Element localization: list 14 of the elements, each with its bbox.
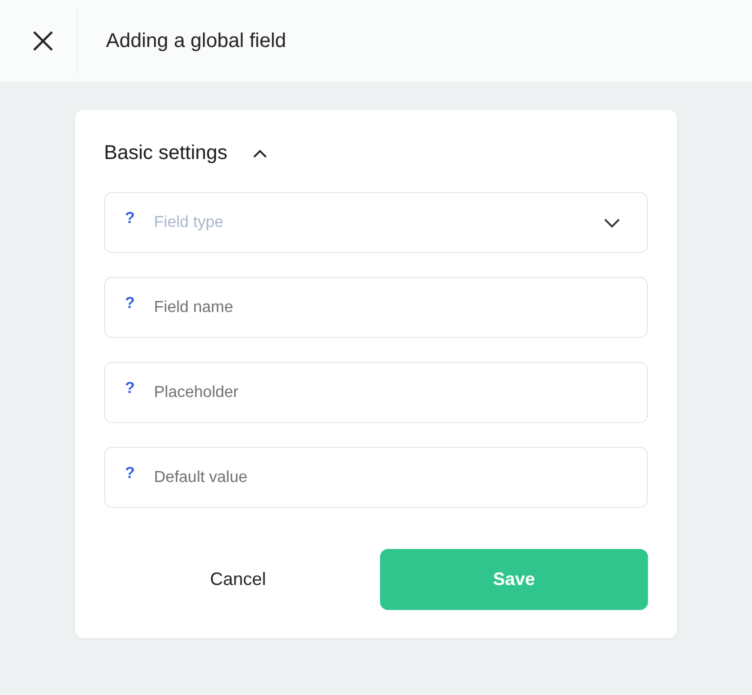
input-field[interactable]: ? Field name: [104, 277, 648, 338]
help-icon[interactable]: ?: [125, 210, 154, 228]
dropdown-field[interactable]: ? Field type: [104, 192, 648, 253]
window-title: Adding a global field: [106, 30, 286, 52]
help-icon[interactable]: ?: [125, 294, 154, 312]
help-icon[interactable]: ?: [125, 464, 154, 482]
close-button[interactable]: [31, 29, 55, 53]
input-field[interactable]: ? Default value: [104, 447, 648, 508]
chevron-down-icon: [604, 218, 620, 228]
input-field[interactable]: ? Placeholder: [104, 362, 648, 423]
help-icon[interactable]: ?: [125, 380, 154, 398]
section-title: Basic settings: [104, 142, 228, 164]
close-icon: [32, 30, 54, 52]
chevron-icon: [253, 148, 268, 158]
